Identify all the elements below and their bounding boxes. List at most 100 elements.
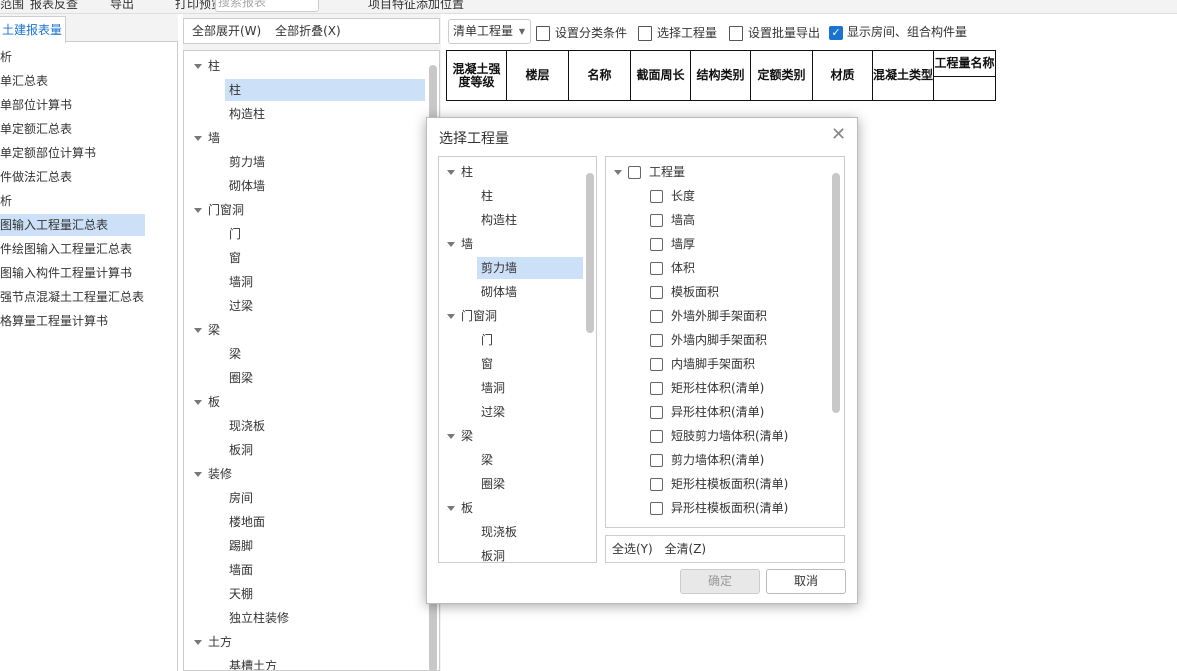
- checkbox[interactable]: [650, 454, 663, 467]
- ok-button[interactable]: 确定: [680, 569, 760, 594]
- quantity-item[interactable]: 长度: [650, 185, 695, 207]
- quantity-item[interactable]: 剪力墙体积(清单): [650, 449, 764, 471]
- checkbox[interactable]: [650, 406, 663, 419]
- tree-item[interactable]: 窗: [477, 353, 583, 375]
- quantity-item[interactable]: 体积: [650, 257, 695, 279]
- tree-group[interactable]: 柱: [194, 55, 425, 77]
- collapse-all-button[interactable]: 全部折叠(X): [275, 24, 341, 38]
- quantity-item[interactable]: 矩形柱模板面积(清单): [650, 473, 788, 495]
- tree-group[interactable]: 墙: [194, 127, 425, 149]
- expand-all-button[interactable]: 全部展开(W): [192, 24, 261, 38]
- tree-item[interactable]: 砌体墙: [225, 175, 425, 197]
- tree-item[interactable]: 门: [477, 329, 583, 351]
- report-list-item[interactable]: 件做法汇总表: [0, 166, 145, 188]
- expand-triangle-icon[interactable]: [194, 136, 202, 141]
- checkbox[interactable]: [650, 478, 663, 491]
- show-rooms-checkbox[interactable]: ✓ 显示房间、组合构件量: [829, 23, 967, 40]
- tree-item[interactable]: 梁: [477, 449, 583, 471]
- checkbox[interactable]: [650, 430, 663, 443]
- checkbox[interactable]: [650, 358, 663, 371]
- checkbox[interactable]: [628, 166, 641, 179]
- expand-triangle-icon[interactable]: [194, 328, 202, 333]
- tree-group[interactable]: 梁: [447, 425, 583, 447]
- report-list-item[interactable]: 单部位计算书: [0, 94, 145, 116]
- tree-group[interactable]: 门窗洞: [194, 199, 425, 221]
- expand-triangle-icon[interactable]: [614, 170, 622, 175]
- scrollbar[interactable]: [832, 173, 840, 413]
- checkbox[interactable]: [650, 334, 663, 347]
- tree-item[interactable]: 窗: [225, 247, 425, 269]
- tree-item[interactable]: 板洞: [477, 545, 583, 562]
- quantity-item[interactable]: 模板面积: [650, 281, 719, 303]
- quantity-root[interactable]: 工程量: [614, 161, 685, 183]
- tree-item[interactable]: 板洞: [225, 439, 425, 461]
- quantity-item[interactable]: 矩形柱体积(清单): [650, 377, 764, 399]
- clear-all-button[interactable]: 全清(Z): [665, 542, 707, 556]
- close-icon[interactable]: ✕: [831, 124, 846, 145]
- tree-group[interactable]: 柱: [447, 161, 583, 183]
- report-list-item[interactable]: 单汇总表: [0, 70, 145, 92]
- toolbar-scope[interactable]: 范围: [0, 0, 24, 12]
- tree-item[interactable]: 圈梁: [225, 367, 425, 389]
- tree-item[interactable]: 构造柱: [477, 209, 583, 231]
- tree-group[interactable]: 装修: [194, 463, 425, 485]
- expand-triangle-icon[interactable]: [194, 208, 202, 213]
- tree-group[interactable]: 板: [194, 391, 425, 413]
- report-list-item[interactable]: 强节点混凝土工程量汇总表: [0, 286, 145, 308]
- tree-item[interactable]: 门: [225, 223, 425, 245]
- tree-item[interactable]: 现浇板: [477, 521, 583, 543]
- tree-group[interactable]: 土方: [194, 631, 425, 653]
- tree-item[interactable]: 天棚: [225, 583, 425, 605]
- checkbox[interactable]: [650, 502, 663, 515]
- quantity-item[interactable]: 异形柱体积(清单): [650, 401, 764, 423]
- quantity-item[interactable]: 内墙脚手架面积: [650, 353, 755, 375]
- scrollbar[interactable]: [586, 173, 594, 333]
- tree-item[interactable]: 圈梁: [477, 473, 583, 495]
- cancel-button[interactable]: 取消: [766, 569, 846, 594]
- select-all-button[interactable]: 全选(Y): [612, 542, 653, 556]
- tree-item[interactable]: 过梁: [477, 401, 583, 423]
- tree-item[interactable]: 踢脚: [225, 535, 425, 557]
- quantity-item[interactable]: 异形柱模板面积(清单): [650, 497, 788, 519]
- expand-triangle-icon[interactable]: [194, 472, 202, 477]
- select-quantity-button[interactable]: 选择工程量: [638, 24, 717, 41]
- tree-item[interactable]: 独立柱装修: [225, 607, 425, 629]
- checkbox[interactable]: [650, 238, 663, 251]
- report-list-item[interactable]: 图输入构件工程量计算书: [0, 262, 145, 284]
- tree-item[interactable]: 柱: [225, 79, 425, 101]
- tree-item[interactable]: 砌体墙: [477, 281, 583, 303]
- report-list-item[interactable]: 图输入工程量汇总表: [0, 214, 145, 236]
- tree-item[interactable]: 基槽土方: [225, 655, 425, 670]
- checkbox[interactable]: [650, 214, 663, 227]
- tree-group[interactable]: 板: [447, 497, 583, 519]
- checkbox[interactable]: [650, 286, 663, 299]
- report-list-item[interactable]: 析: [0, 190, 145, 212]
- tree-item[interactable]: 楼地面: [225, 511, 425, 533]
- expand-triangle-icon[interactable]: [447, 506, 455, 511]
- tree-item[interactable]: 现浇板: [225, 415, 425, 437]
- toolbar-reverse-lookup[interactable]: 报表反查: [30, 0, 78, 12]
- report-list-item[interactable]: 格算量工程量计算书: [0, 310, 145, 332]
- quantity-item[interactable]: 外墙外脚手架面积: [650, 305, 767, 327]
- checkbox[interactable]: [650, 262, 663, 275]
- toolbar-export[interactable]: 导出: [110, 0, 134, 12]
- tree-item[interactable]: 柱: [477, 185, 583, 207]
- report-list-item[interactable]: 单定额汇总表: [0, 118, 145, 140]
- quantity-type-select[interactable]: 清单工程量 ▼: [448, 19, 531, 44]
- quantity-item[interactable]: 墙高: [650, 209, 695, 231]
- report-search-input[interactable]: 搜索报表: [215, 0, 319, 12]
- checkbox[interactable]: [650, 310, 663, 323]
- batch-export-button[interactable]: 设置批量导出: [729, 24, 820, 41]
- quantity-item[interactable]: 外墙内脚手架面积: [650, 329, 767, 351]
- set-category-button[interactable]: 设置分类条件: [536, 24, 627, 41]
- tree-item[interactable]: 房间: [225, 487, 425, 509]
- tree-item[interactable]: 墙洞: [477, 377, 583, 399]
- position-select[interactable]: 项目特征添加位置: [368, 0, 464, 12]
- quantity-item[interactable]: 短肢剪力墙体积(清单): [650, 425, 788, 447]
- report-list-item[interactable]: 单定额部位计算书: [0, 142, 145, 164]
- checkbox[interactable]: [650, 190, 663, 203]
- tree-item[interactable]: 构造柱: [225, 103, 425, 125]
- report-list-item[interactable]: 析: [0, 46, 145, 68]
- tree-item[interactable]: 墙洞: [225, 271, 425, 293]
- tree-group[interactable]: 墙: [447, 233, 583, 255]
